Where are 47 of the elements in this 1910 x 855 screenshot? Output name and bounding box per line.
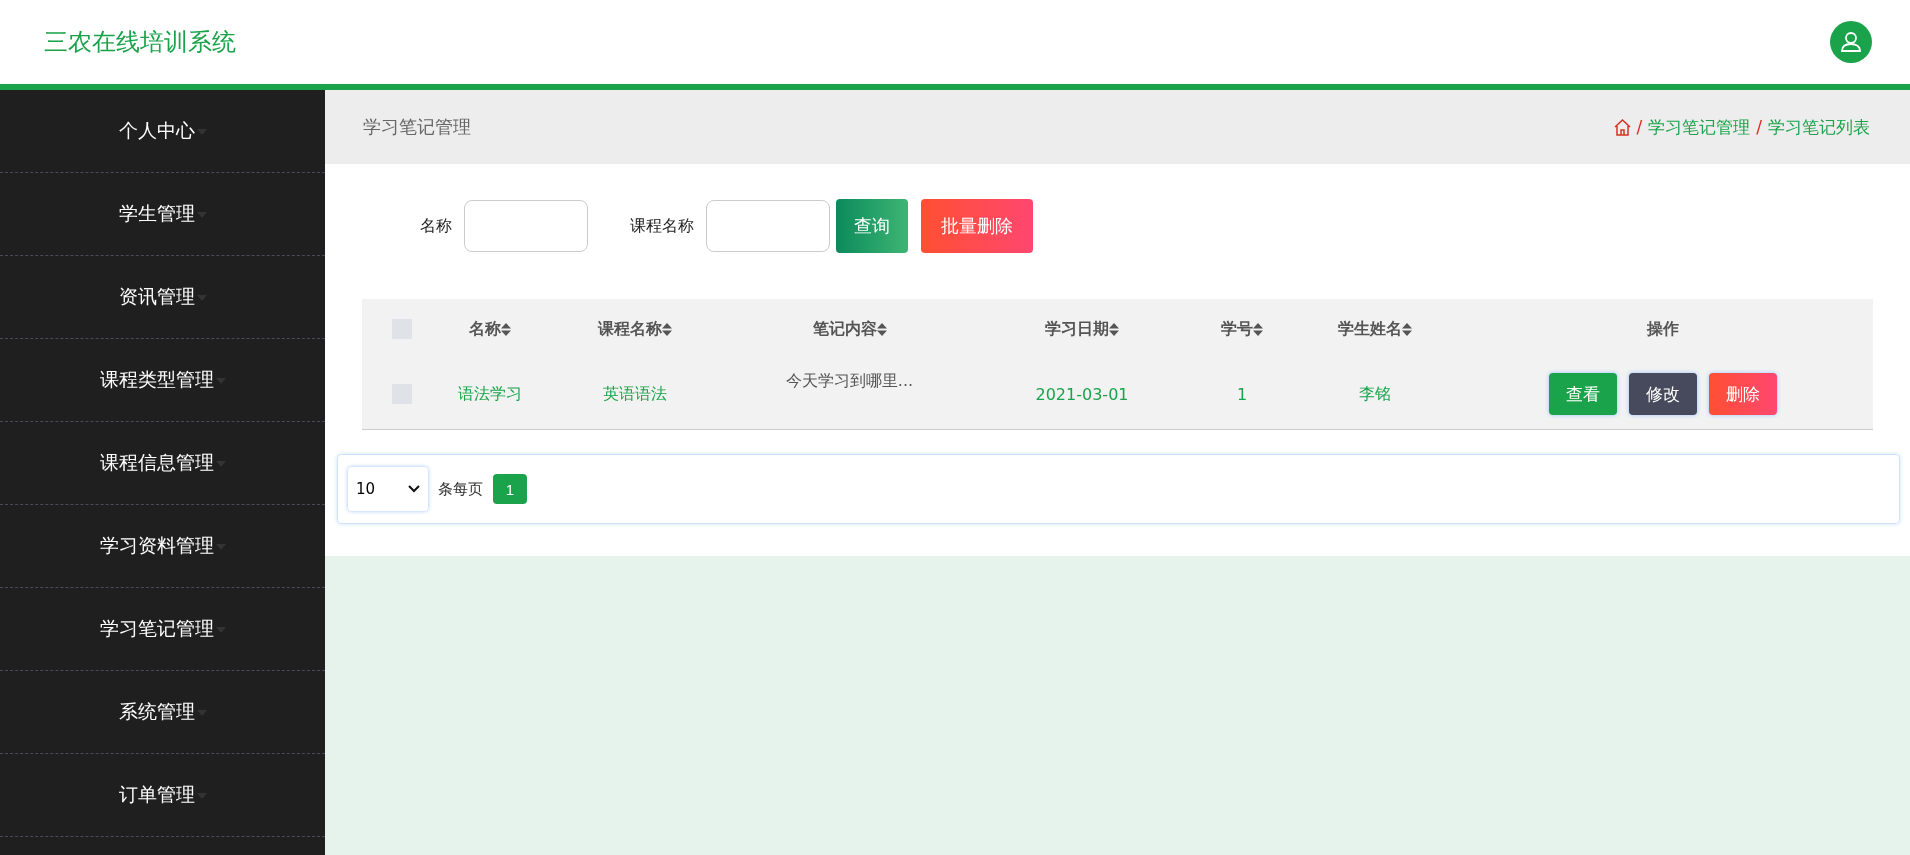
page-title: 学习笔记管理 bbox=[363, 115, 471, 139]
query-button[interactable]: 查询 bbox=[836, 199, 908, 253]
field-label: 课程名称 bbox=[630, 215, 694, 237]
column-header: 学生姓名 bbox=[1337, 318, 1402, 340]
sidebar-item[interactable]: 订单管理 bbox=[0, 754, 325, 837]
edit-button[interactable]: 修改 bbox=[1628, 373, 1697, 415]
column-header: 学习日期 bbox=[1045, 318, 1109, 340]
chevron-down-icon bbox=[408, 485, 420, 493]
sidebar-item-label: 课程信息管理 bbox=[99, 450, 214, 475]
breadcrumb-separator: / bbox=[1636, 117, 1643, 137]
app-title: 三农在线培训系统 bbox=[44, 27, 236, 58]
table-cell-text: 英语语法 bbox=[601, 383, 668, 405]
sidebar-item-label: 学习资料管理 bbox=[99, 533, 214, 558]
table-cell-text: 2021-03-01 bbox=[1034, 384, 1130, 404]
sort-icon[interactable] bbox=[1109, 322, 1119, 336]
table-cell-text: 1 bbox=[1235, 384, 1249, 404]
user-avatar-button[interactable] bbox=[1830, 21, 1872, 63]
sidebar-item-label: 资讯管理 bbox=[118, 284, 195, 309]
breadcrumb-separator: / bbox=[1756, 117, 1762, 137]
sidebar-item-label: 课程类型管理 bbox=[99, 367, 214, 392]
field-label: 名称 bbox=[420, 215, 452, 237]
sidebar-item-label: 订单管理 bbox=[118, 782, 195, 807]
sidebar-item-label: 学生管理 bbox=[118, 201, 195, 226]
sidebar-item-label: 系统管理 bbox=[118, 699, 195, 724]
sidebar-item[interactable]: 学习笔记管理 bbox=[0, 588, 325, 671]
sidebar-item[interactable]: 系统管理 bbox=[0, 671, 325, 754]
sort-icon[interactable] bbox=[1401, 322, 1412, 336]
column-header: 课程名称 bbox=[597, 318, 662, 340]
sort-icon[interactable] bbox=[661, 322, 672, 336]
column-header: 名称 bbox=[468, 318, 501, 340]
sort-icon[interactable] bbox=[1253, 322, 1263, 336]
table-cell-text: 语法学习 bbox=[456, 383, 523, 405]
search-input-field[interactable] bbox=[464, 200, 588, 252]
column-header: 笔记内容 bbox=[812, 318, 877, 340]
page-size-select[interactable]: 10 bbox=[348, 467, 428, 511]
sidebar-item-label: 个人中心 bbox=[118, 118, 195, 143]
table-cell-text: 今天学习到哪里... bbox=[784, 370, 915, 392]
search-input-field[interactable] bbox=[706, 200, 830, 252]
sort-icon[interactable] bbox=[500, 322, 511, 336]
table-cell-text: 李铭 bbox=[1357, 383, 1392, 405]
user-icon bbox=[1840, 31, 1862, 53]
sort-icon[interactable] bbox=[876, 322, 887, 336]
column-header: 操作 bbox=[1646, 318, 1679, 340]
home-icon[interactable] bbox=[1613, 118, 1631, 136]
sidebar-item-label: 学习笔记管理 bbox=[99, 616, 214, 641]
column-header: 学号 bbox=[1221, 318, 1253, 340]
page-size-label: 条每页 bbox=[438, 479, 483, 499]
